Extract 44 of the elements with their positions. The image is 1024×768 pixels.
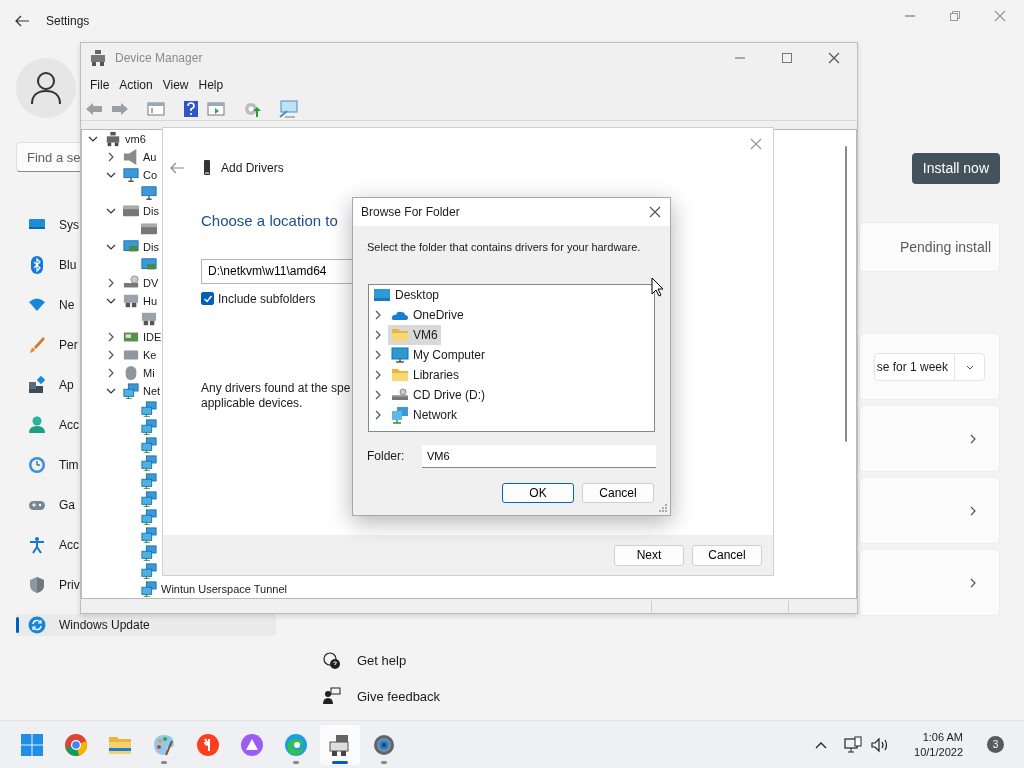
- tree-label: Dis: [143, 203, 159, 219]
- nav-label: Priv: [59, 577, 80, 594]
- tree-label: Dis: [143, 239, 159, 255]
- tree-label: Ke: [143, 347, 157, 363]
- tree-label: Au: [143, 149, 157, 165]
- folder-label: Folder:: [367, 448, 406, 465]
- tree-label: Co: [143, 167, 158, 183]
- nav-label: Ne: [59, 297, 75, 314]
- dialog-title: Add Drivers: [221, 160, 284, 177]
- status-text: Pending install: [899, 237, 991, 257]
- nav-label: Tim: [59, 457, 79, 474]
- window-title: Device Manager: [115, 50, 203, 67]
- tree-label: Network: [413, 406, 457, 424]
- note-text: applicable devices.: [201, 395, 303, 411]
- nav-label: Sys: [59, 217, 79, 234]
- nav-label: Ga: [59, 497, 75, 514]
- tree-label: vm6: [125, 131, 146, 147]
- clock-time: 1:06 AM: [921, 729, 963, 745]
- tree-label: Desktop: [395, 286, 440, 304]
- tree-label: Mi: [143, 365, 155, 381]
- nav-label: Ap: [59, 377, 74, 394]
- dropdown-text: se for 1 week: [875, 358, 949, 376]
- tree-label: My Computer: [413, 346, 486, 364]
- tree-label: CD Drive (D:): [413, 386, 485, 404]
- tree-label: Libraries: [413, 366, 460, 384]
- tree-label: OneDrive: [413, 306, 464, 324]
- note-text: Any drivers found at the spe: [201, 380, 351, 396]
- nav-label: Per: [59, 337, 78, 354]
- tree-label: Net: [143, 383, 161, 399]
- nav-label: Blu: [59, 257, 77, 274]
- dialog-heading: Choose a location to: [201, 211, 338, 231]
- tree-label: VM6: [413, 326, 438, 344]
- tree-label: Hu: [143, 293, 158, 309]
- tree-label: IDE: [143, 329, 162, 345]
- tree-label: DV: [143, 275, 159, 291]
- tree-label: Wintun Userspace Tunnel: [161, 581, 287, 597]
- nav-label: Acc: [59, 417, 79, 434]
- nav-label: Windows Update: [59, 617, 150, 634]
- dialog-title: Browse For Folder: [361, 204, 460, 221]
- checkbox-label: Include subfolders: [218, 290, 316, 308]
- clock-date: 10/1/2022: [914, 744, 963, 760]
- window-title: Settings: [46, 13, 90, 30]
- instruction-text: Select the folder that contains drivers for your hardware.: [366, 240, 642, 255]
- nav-label: Acc: [59, 537, 79, 554]
